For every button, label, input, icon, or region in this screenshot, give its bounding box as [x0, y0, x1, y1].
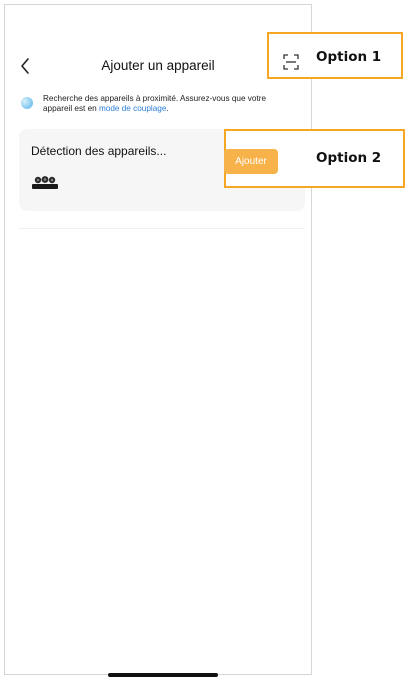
divider	[19, 228, 305, 229]
add-device-button-highlight[interactable]: Ajouter	[224, 149, 278, 174]
pairing-mode-link[interactable]: mode de couplage	[99, 104, 166, 113]
scan-hint: Recherche des appareils à proximité. Ass…	[43, 94, 293, 114]
option-1-label: Option 1	[316, 49, 382, 65]
phone-screen: Ajouter un appareil Recherche des appare…	[4, 4, 312, 677]
callout-option-1: Option 1	[267, 32, 403, 79]
qr-scan-icon[interactable]	[283, 54, 299, 70]
callout-option-2: Ajouter Option 2	[224, 129, 405, 188]
page-title: Ajouter un appareil	[101, 58, 215, 73]
device-thumbnail-icon	[32, 176, 58, 189]
detection-title: Détection des appareils...	[31, 144, 167, 158]
option-2-label: Option 2	[316, 150, 382, 166]
home-indicator	[108, 673, 218, 677]
hint-suffix: .	[166, 104, 169, 113]
scanning-spinner-icon	[21, 97, 33, 109]
